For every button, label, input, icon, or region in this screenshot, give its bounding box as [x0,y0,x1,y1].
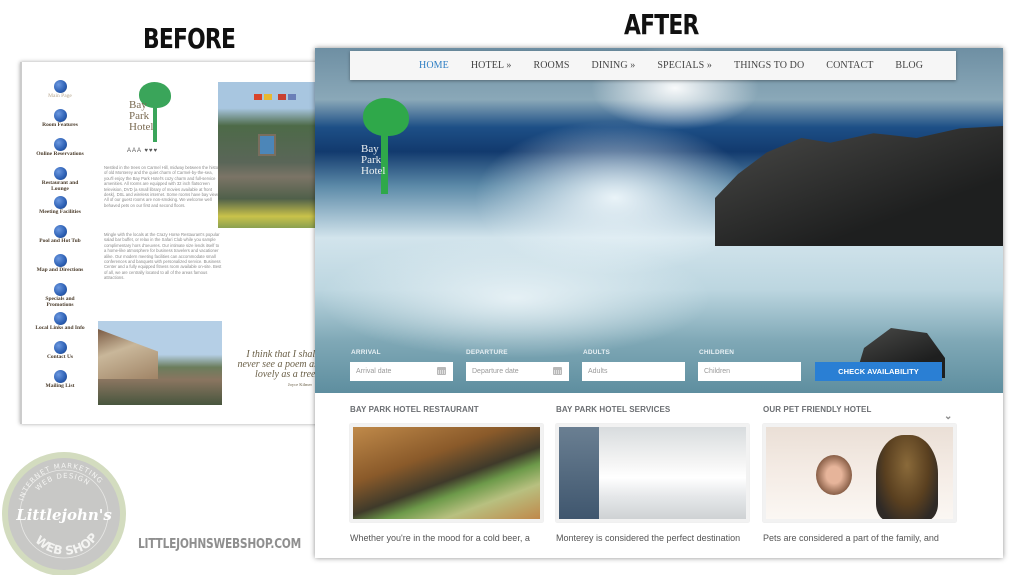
nav-things-to-do[interactable]: THINGS TO DO [734,60,804,71]
quote-author: Joyce Kilmer [287,382,312,387]
old-nav-online-reservations[interactable]: Online Reservations [36,138,84,164]
tree-quote: I think that I shall never see a poem as… [237,349,318,380]
nav-dining[interactable]: DINING » [592,60,636,71]
nav-ball-icon [53,167,67,180]
arrival-label: ARRIVAL [351,349,381,356]
check-availability-button[interactable]: CHECK AVAILABILITY [815,362,942,381]
arrival-date-input[interactable]: Arrival date [350,362,453,381]
nav-home[interactable]: HOME [419,60,449,71]
pets-section-text: Pets are considered a part of the family… [763,533,939,543]
hotel-sign [258,134,276,156]
old-nav-mailing-list[interactable]: Mailing List [36,370,84,396]
website-url[interactable]: LITTLEJOHNSWEBSHOP.COM [138,537,301,552]
old-nav-main-page[interactable]: Main Page [36,80,84,106]
adults-input[interactable]: Adults [582,362,685,381]
before-website-screenshot: Main Page Room Features Online Reservati… [20,62,320,424]
old-nav-map[interactable]: Map and Directions [36,254,84,280]
children-label: CHILDREN [699,349,735,356]
old-intro-paragraph: Nestled in the trees on Carmel Hill, mid… [104,165,222,208]
restaurant-section-text: Whether you're in the mood for a cold be… [350,533,530,543]
nav-contact[interactable]: CONTACT [826,60,873,71]
nav-ball-icon [53,225,67,238]
nav-ball-icon [53,283,67,296]
nav-ball-icon [53,312,67,325]
rating-badges: AAA ♥♥♥ [127,148,159,154]
old-hotel-logo: Bay Park Hotel AAA ♥♥♥ [125,82,175,160]
nav-hotel[interactable]: HOTEL » [471,60,512,71]
old-nav-room-features[interactable]: Room Features [36,109,84,135]
flag-icon [254,94,262,100]
nav-rooms[interactable]: ROOMS [533,60,569,71]
nav-ball-icon [53,196,67,209]
rock-formation [715,126,1003,246]
flag-icon [288,94,296,100]
restaurant-image[interactable] [350,424,543,522]
restaurant-section-title: BAY PARK HOTEL RESTAURANT [350,405,479,414]
old-nav-specials[interactable]: Specials and Promotions [36,283,84,309]
nav-ball-icon [53,370,67,383]
flag-icon [278,94,286,100]
old-nav-local-links[interactable]: Local Links and Info [35,312,85,338]
nav-ball-icon [53,254,67,267]
before-heading: BEFORE [143,22,236,55]
old-sidebar-nav: Main Page Room Features Online Reservati… [35,80,85,399]
old-nav-contact[interactable]: Contact Us [36,341,84,367]
services-image[interactable] [556,424,749,522]
old-second-paragraph: Mingle with the locals at the Crazy Hors… [104,232,222,281]
pets-image[interactable] [763,424,956,522]
services-section-text: Monterey is considered the perfect desti… [556,533,741,543]
hotel-entrance-photo [218,82,320,228]
old-nav-meeting[interactable]: Meeting Facilities [36,196,84,222]
children-input[interactable]: Children [698,362,801,381]
littlejohns-badge-logo: WEB DESIGN INTERNET MARKETING Littlejohn… [0,442,128,575]
nav-ball-icon [53,109,67,122]
chevron-icon[interactable]: ⌄ [944,412,954,422]
tree-icon [363,98,409,136]
services-section-title: BAY PARK HOTEL SERVICES [556,405,671,414]
calendar-icon[interactable] [437,367,446,375]
departure-label: DEPARTURE [466,349,508,356]
flag-icon [264,94,272,100]
calendar-icon[interactable] [553,367,562,375]
main-navigation: HOME HOTEL » ROOMS DINING » SPECIALS » T… [350,51,956,80]
departure-date-input[interactable]: Departure date [466,362,569,381]
nav-blog[interactable]: BLOG [895,60,923,71]
nav-ball-icon [53,341,67,354]
adults-label: ADULTS [583,349,611,356]
hotel-logo[interactable]: Bay Park Hotel [359,98,419,198]
after-heading: AFTER [624,8,699,41]
svg-text:Littlejohn's: Littlejohn's [15,506,112,524]
nav-specials[interactable]: SPECIALS » [657,60,712,71]
badge-icon: WEB DESIGN INTERNET MARKETING Littlejohn… [2,452,126,575]
old-nav-restaurant[interactable]: Restaurant and Lounge [36,167,84,193]
nav-ball-icon [53,138,67,151]
old-nav-pool[interactable]: Pool and Hot Tub [36,225,84,251]
nav-ball-icon [53,80,67,93]
hotel-building-photo [98,321,222,405]
pets-section-title: OUR PET FRIENDLY HOTEL [763,405,872,414]
after-website-screenshot: Bay Park Hotel HOME HOTEL » ROOMS DINING… [315,48,1003,558]
